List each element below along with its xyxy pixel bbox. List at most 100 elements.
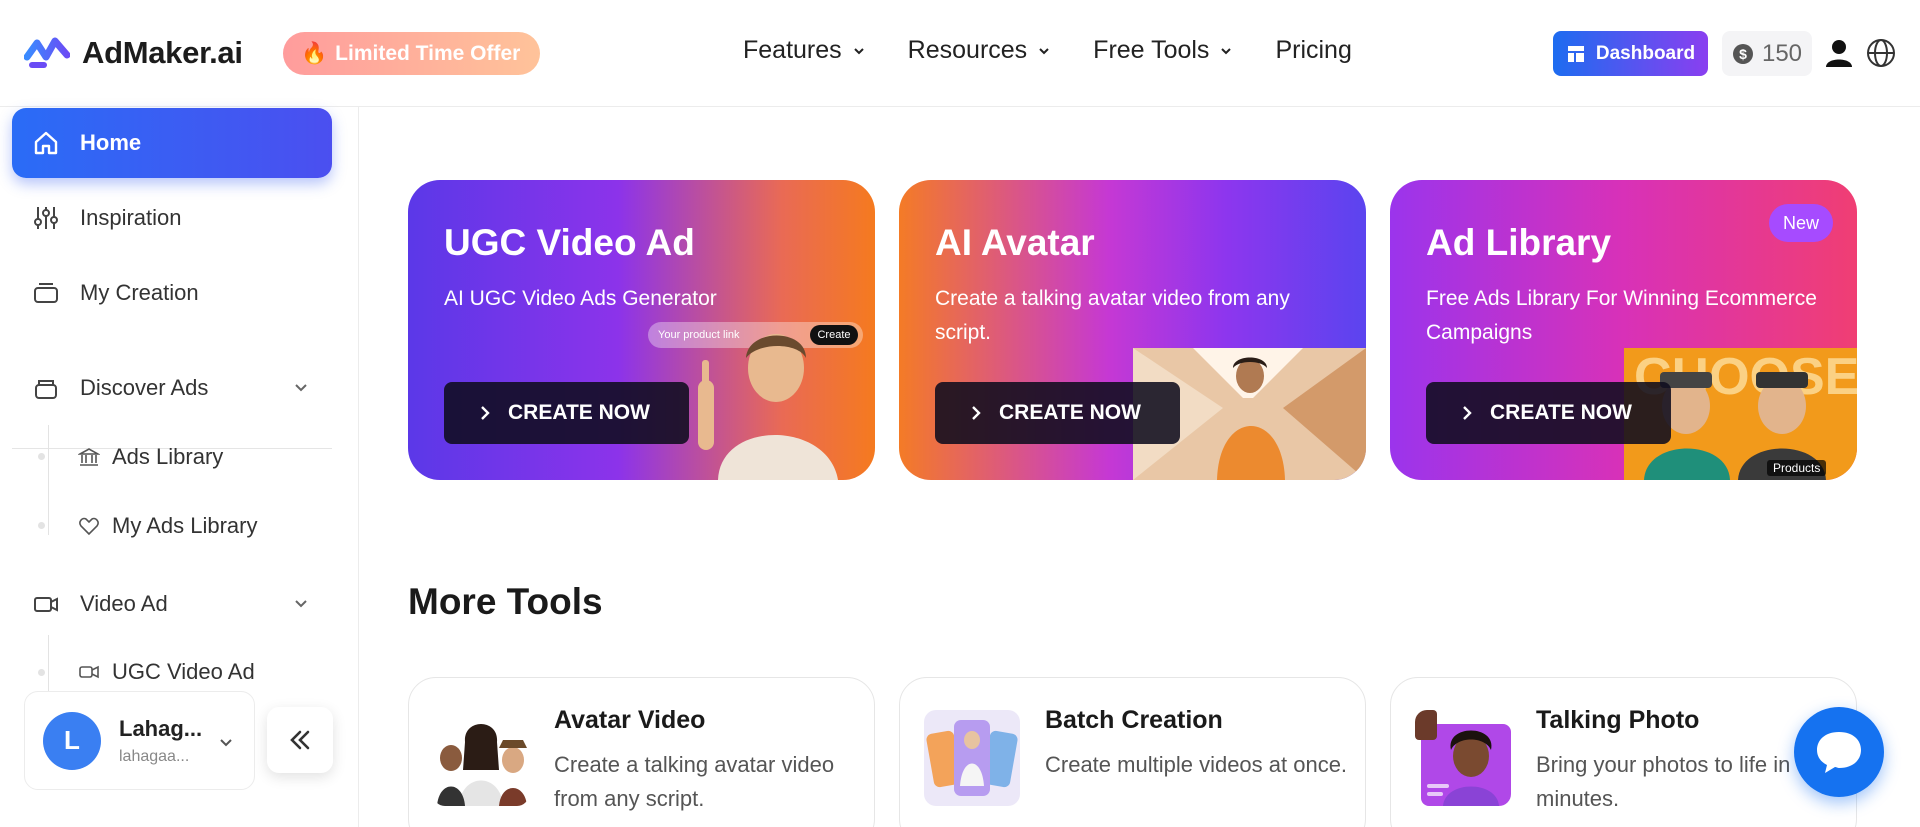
double-chevron-left-icon [290,730,310,750]
tool-title: Talking Photo [1536,706,1700,734]
main-nav: Features Resources Free Tools Pricing [743,36,1352,65]
card-title: Ad Library [1426,222,1612,263]
nav-features[interactable]: Features [743,36,866,65]
logo-icon [24,37,70,68]
talking-photo-thumbnail [1415,710,1511,806]
globe-icon[interactable] [1866,38,1896,68]
tool-title: Batch Creation [1045,706,1223,734]
tool-avatar-video[interactable]: Avatar Video Create a talking avatar vid… [408,677,875,827]
user-icon[interactable] [1824,38,1854,68]
dashboard-label: Dashboard [1595,42,1696,64]
card-title: UGC Video Ad [444,222,695,263]
sidebar-group-video-ad[interactable]: Video Ad [12,576,332,632]
video-icon [79,665,99,679]
tree-dot [38,453,45,460]
brand-name: AdMaker.ai [82,35,243,70]
sidebar-item-my-ads-library[interactable]: My Ads Library [78,501,258,551]
folder-icon [34,283,58,303]
sidebar-subitem-label: UGC Video Ad [112,659,255,684]
sidebar-item-inspiration[interactable]: Inspiration [12,183,332,253]
card-title: AI Avatar [935,222,1095,263]
nav-pricing[interactable]: Pricing [1275,36,1351,65]
create-now-label: CREATE NOW [999,401,1141,424]
create-now-label: CREATE NOW [1490,401,1632,424]
brand-logo[interactable]: AdMaker.ai [24,33,243,73]
chevron-down-icon [1221,47,1232,54]
nav-pricing-label: Pricing [1275,36,1352,64]
collapse-sidebar-button[interactable] [267,707,333,773]
bank-icon [78,448,100,466]
nav-resources[interactable]: Resources [908,36,1052,65]
tree-dot [38,669,45,676]
offer-label: Limited Time Offer [335,41,521,65]
chevron-down-icon [853,47,864,54]
tree-dot [38,522,45,529]
chevron-down-icon [295,384,307,392]
more-tools-heading: More Tools [408,581,603,622]
tool-batch-creation[interactable]: Batch Creation Create multiple videos at… [899,677,1366,827]
create-now-button[interactable]: CREATE NOW [1426,382,1671,444]
create-now-button[interactable]: CREATE NOW [444,382,689,444]
products-caption: Products [1767,460,1827,476]
sidebar-subitem-label: Ads Library [112,444,224,469]
tool-description: Create a talking avatar video from any s… [554,752,835,811]
new-badge: New [1768,204,1833,242]
nav-resources-label: Resources [907,36,1028,64]
sidebar-group-discover-ads[interactable]: Discover Ads [12,360,332,416]
tool-title: Avatar Video [554,706,706,734]
card-subtitle: Free Ads Library For Winning Ecommerce C… [1426,287,1817,344]
credits-balance[interactable]: $ 150 [1722,31,1812,76]
nav-features-label: Features [743,36,842,64]
sidebar-group-label: Discover Ads [80,375,209,400]
chevron-right-icon [481,406,490,420]
avatar: L [43,711,101,770]
credits-value: 150 [1761,39,1803,67]
sidebar-item-home[interactable]: Home [12,108,332,178]
card-ad-library[interactable]: New Ad Library Free Ads Library For Winn… [1390,180,1857,480]
sub-tree-line [48,425,49,535]
create-now-label: CREATE NOW [508,401,650,424]
video-icon [34,597,58,612]
profile-text: Lahag... lahagaa... [119,716,202,766]
top-header: AdMaker.ai 🔥 Limited Time Offer Features… [0,0,1920,107]
batch-creation-thumbnail [924,710,1020,806]
card-subtitle: AI UGC Video Ads Generator [444,287,717,310]
card-ugc-video-ad[interactable]: UGC Video Ad AI UGC Video Ads Generator … [408,180,875,480]
heart-icon [79,517,99,536]
coin-icon: $ [1732,43,1753,64]
user-profile-card[interactable]: L Lahag... lahagaa... [24,691,255,790]
sidebar-item-ads-library[interactable]: Ads Library [78,432,223,482]
sidebar-group-label: Video Ad [80,591,168,616]
sub-tree-line [48,635,49,695]
sliders-icon [34,207,58,229]
tool-talking-photo[interactable]: Talking Photo Bring your photos to life … [1390,677,1857,827]
chevron-down-icon [1039,47,1049,54]
sidebar-item-ugc-video-ad[interactable]: UGC Video Ad [78,647,255,697]
profile-name: Lahag... [119,715,203,741]
chat-support-button[interactable] [1794,707,1884,797]
avatar-video-thumbnail [433,710,529,806]
chat-bubble-icon [1817,732,1861,773]
chevron-right-icon [972,406,981,420]
svg-text:$: $ [1739,46,1747,62]
dashboard-button[interactable]: Dashboard [1553,31,1708,76]
chevron-right-icon [1463,406,1472,420]
card-ai-avatar[interactable]: AI Avatar Create a talking avatar video … [899,180,1366,480]
nav-free-tools[interactable]: Free Tools [1093,36,1233,65]
dashboard-icon [1567,45,1584,62]
card-subtitle: Create a talking avatar video from any s… [935,287,1290,344]
sidebar-item-label: My Creation [80,280,199,305]
sidebar-item-label: Home [80,130,142,155]
profile-email: lahagaa... [119,747,190,765]
tool-description: Create multiple videos at once. [1045,752,1348,777]
fire-icon: 🔥 [301,41,328,65]
sidebar-subitem-label: My Ads Library [112,513,258,538]
home-icon [34,131,58,155]
sidebar-item-label: Inspiration [80,205,182,230]
sidebar-item-my-creation[interactable]: My Creation [12,258,332,328]
chevron-down-icon [295,600,307,608]
limited-offer-badge[interactable]: 🔥 Limited Time Offer [283,32,541,75]
nav-free-tools-label: Free Tools [1093,36,1210,64]
chevron-down-icon [220,739,232,747]
create-now-button[interactable]: CREATE NOW [935,382,1180,444]
